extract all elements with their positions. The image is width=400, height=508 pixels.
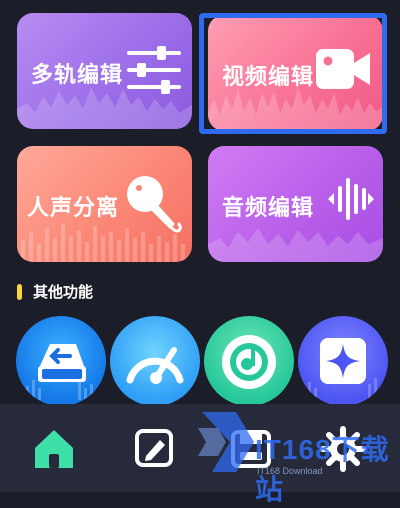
selection-highlight (199, 13, 387, 134)
section-accent-bar (17, 284, 22, 300)
edit-doc-icon (135, 429, 173, 467)
function-sparkle-button[interactable] (298, 316, 388, 406)
section-title: 其他功能 (33, 283, 94, 301)
tab-edit[interactable] (130, 424, 180, 474)
disk-drive-icon (26, 344, 93, 400)
tab-home[interactable] (29, 424, 79, 474)
microphone-icon (127, 176, 182, 233)
audio-edit-card[interactable]: 音频编辑 (208, 146, 383, 262)
vocal-separation-card[interactable]: 人声分离 (17, 146, 192, 262)
audio-bars-icon (328, 178, 374, 220)
function-music-button[interactable] (204, 316, 294, 406)
music-disc-icon (222, 335, 276, 389)
sparkle-icon (308, 338, 377, 400)
speedometer-icon (126, 347, 184, 384)
card-label: 人声分离 (27, 196, 120, 221)
home-icon (35, 430, 73, 468)
card-label: 多轨编辑 (31, 63, 124, 88)
sliders-icon (127, 46, 181, 94)
card-label: 音频编辑 (222, 196, 315, 221)
function-disk-button[interactable] (16, 316, 106, 406)
function-speed-button[interactable] (110, 316, 200, 406)
watermark-subtitle: IT168 Download (257, 466, 323, 476)
multitrack-edit-card[interactable]: 多轨编辑 (17, 13, 192, 129)
